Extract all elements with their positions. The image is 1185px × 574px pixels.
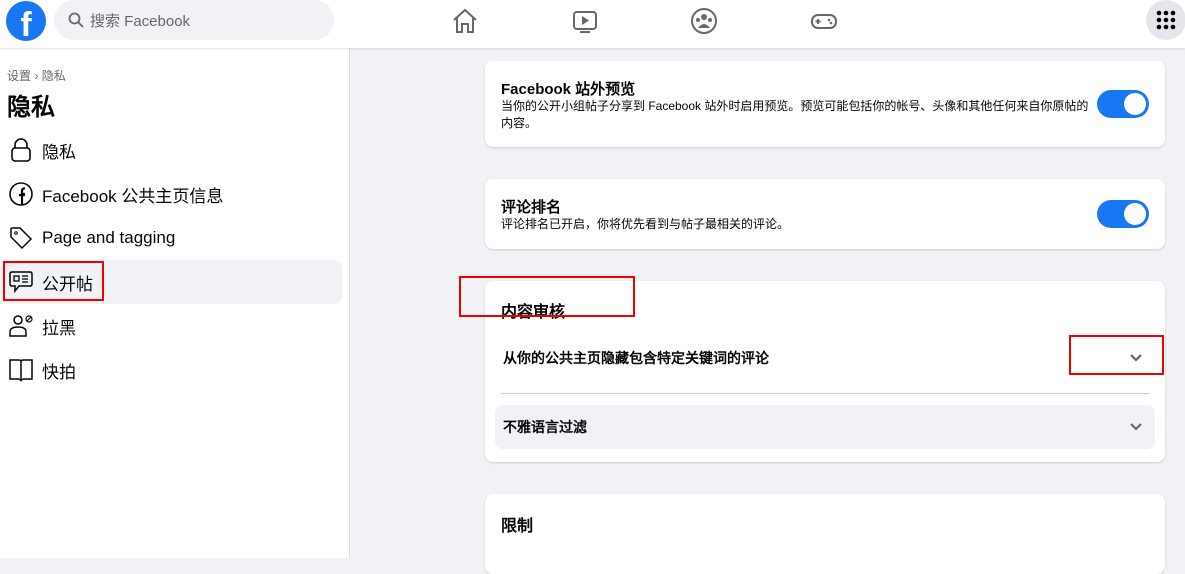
chevron-down-icon[interactable] [1129, 422, 1143, 432]
lock-icon [11, 138, 31, 162]
sidebar-item-label: 快拍 [42, 362, 76, 382]
sidebar-item-label: 拉黑 [42, 318, 76, 338]
keyword-filter-label: 从你的公共主页隐藏包含特定关键词的评论 [503, 350, 769, 366]
sidebar-item-page-info[interactable]: Facebook 公共主页信息 [0, 172, 342, 216]
book-icon [9, 359, 33, 382]
home-icon[interactable] [450, 6, 480, 36]
offsite-preview-title: Facebook 站外预览 [501, 81, 636, 98]
facebook-icon [9, 182, 33, 206]
breadcrumb-separator: › [34, 69, 39, 83]
breadcrumb: 设置 › 隐私 [7, 67, 66, 84]
sidebar-item-blocking[interactable]: 拉黑 [0, 304, 342, 348]
tag-icon [10, 227, 33, 250]
grid-icon [1156, 10, 1176, 30]
search-placeholder: 搜索 Facebook [90, 12, 191, 30]
sidebar-item-label: 隐私 [42, 142, 76, 162]
offsite-preview-description: 当你的公开小组帖子分享到 Facebook 站外时启用预览。预览可能包括你的帐号… [501, 99, 1089, 130]
menu-button[interactable] [1146, 0, 1185, 40]
highlight-box [459, 276, 635, 317]
highlight-box [3, 261, 104, 301]
profanity-filter-label: 不雅语言过滤 [503, 419, 587, 435]
breadcrumb-current: 隐私 [41, 69, 66, 83]
page-title: 隐私 [7, 94, 55, 121]
groups-icon[interactable] [689, 6, 719, 36]
limits-card: 限制 [485, 494, 1165, 574]
video-icon[interactable] [570, 6, 600, 36]
comment-ranking-toggle[interactable] [1097, 200, 1149, 228]
settings-sidebar: 设置 › 隐私 隐私 隐私 Facebook 公共主页信息 Page and t… [0, 48, 350, 558]
comment-ranking-title: 评论排名 [501, 199, 562, 216]
divider [501, 393, 1149, 394]
profanity-filter-row[interactable]: 不雅语言过滤 [495, 405, 1155, 449]
search-input[interactable]: 搜索 Facebook [54, 0, 334, 40]
sidebar-item-label: Facebook 公共主页信息 [42, 186, 224, 206]
sidebar-item-privacy[interactable]: 隐私 [0, 128, 342, 172]
sidebar-item-stories[interactable]: 快拍 [0, 348, 342, 392]
offsite-preview-card: Facebook 站外预览 当你的公开小组帖子分享到 Facebook 站外时启… [485, 61, 1165, 147]
breadcrumb-settings[interactable]: 设置 [7, 69, 31, 83]
gaming-icon[interactable] [809, 6, 839, 36]
comment-ranking-card: 评论排名 评论排名已开启，你将优先看到与帖子最相关的评论。 [485, 179, 1165, 249]
limits-title: 限制 [501, 518, 534, 535]
comment-ranking-description: 评论排名已开启，你将优先看到与帖子最相关的评论。 [501, 217, 790, 231]
block-user-icon [9, 315, 33, 337]
sidebar-item-page-tagging[interactable]: Page and tagging [0, 216, 342, 260]
keyword-filter-row[interactable]: 从你的公共主页隐藏包含特定关键词的评论 [495, 336, 1155, 380]
highlight-box [1069, 335, 1164, 375]
top-bar: f 搜索 Facebook [0, 0, 1185, 48]
search-icon [68, 12, 84, 28]
offsite-preview-toggle[interactable] [1097, 90, 1149, 118]
sidebar-item-label: Page and tagging [42, 228, 176, 247]
facebook-logo[interactable]: f [6, 1, 46, 41]
